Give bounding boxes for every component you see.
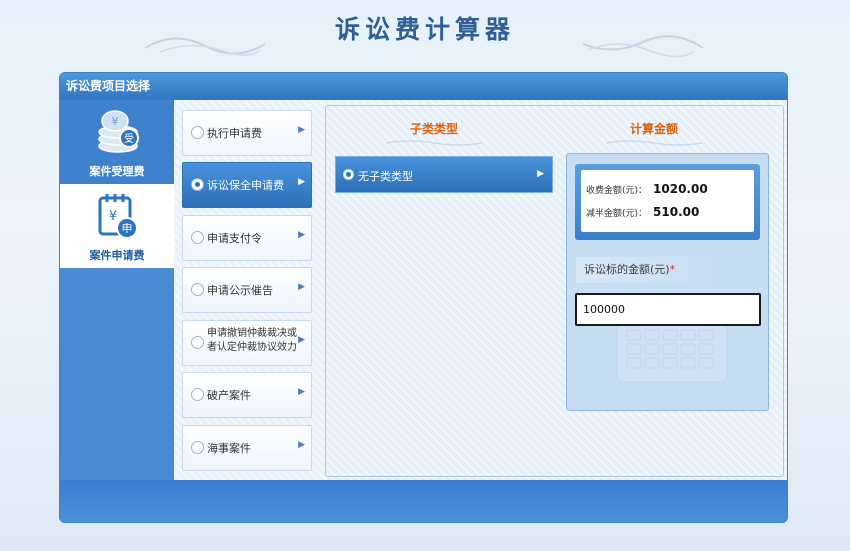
svg-text:¥: ¥ bbox=[112, 115, 119, 128]
radio-button[interactable] bbox=[191, 126, 204, 139]
radio-button[interactable] bbox=[343, 169, 354, 180]
required-mark: * bbox=[669, 263, 676, 276]
radio-button[interactable] bbox=[191, 441, 204, 454]
detail-panel: 子类类型 计算金额 无子类类型 ▶ 收费金额(元)： 1020.00 减半金额(… bbox=[325, 105, 784, 477]
coin-stack-shou-icon: ¥ 受 bbox=[98, 110, 139, 153]
fee-label: 申请撤销仲裁裁决或者认定仲裁协议效力 bbox=[207, 328, 297, 353]
result-box: 收费金额(元)： 1020.00 减半金额(元)： 510.00 bbox=[575, 164, 760, 240]
calendar-shen-icon: ¥ 申 bbox=[98, 194, 138, 239]
title-area: 诉讼费计算器 bbox=[0, 0, 850, 68]
fee-amount-value: 1020.00 bbox=[653, 182, 708, 196]
svg-text:¥: ¥ bbox=[109, 209, 117, 224]
radio-button[interactable] bbox=[191, 231, 204, 244]
fee-item-arbitration[interactable]: 申请撤销仲裁裁决或者认定仲裁协议效力 ▶ bbox=[182, 320, 312, 366]
fee-amount-row: 收费金额(元)： 1020.00 bbox=[586, 182, 708, 202]
nav-item-case-application-fee[interactable]: ¥ 申 案件申请费 bbox=[60, 184, 174, 268]
amount-input[interactable] bbox=[575, 293, 761, 326]
calculation-box: 收费金额(元)： 1020.00 减半金额(元)： 510.00 诉讼标的金额(元)… bbox=[566, 153, 769, 411]
chevron-right-icon: ▶ bbox=[298, 335, 305, 345]
amount-label: 诉讼标的金额(元)* bbox=[576, 257, 716, 283]
right-ornament-icon bbox=[582, 35, 704, 58]
header-ornament-icon bbox=[386, 140, 482, 146]
radio-button[interactable] bbox=[191, 336, 204, 349]
chevron-right-icon: ▶ bbox=[298, 387, 305, 397]
half-amount-label: 减半金额(元)： bbox=[586, 209, 648, 219]
fee-item-bankruptcy[interactable]: 破产案件 ▶ bbox=[182, 372, 312, 418]
nav-item-case-acceptance-fee[interactable]: ¥ 受 案件受理费 bbox=[60, 100, 174, 184]
chevron-right-icon: ▶ bbox=[298, 125, 305, 135]
radio-button[interactable] bbox=[191, 178, 204, 191]
panel-footer bbox=[60, 480, 787, 522]
header-ornament-icon bbox=[606, 140, 702, 146]
fee-label: 申请支付令 bbox=[207, 232, 262, 245]
radio-button[interactable] bbox=[191, 388, 204, 401]
fee-label: 海事案件 bbox=[207, 442, 251, 455]
calc-column-header: 计算金额 bbox=[629, 122, 678, 136]
fee-item-maritime[interactable]: 海事案件 ▶ bbox=[182, 425, 312, 471]
fee-item-payment-order[interactable]: 申请支付令 ▶ bbox=[182, 215, 312, 261]
half-amount-value: 510.00 bbox=[653, 205, 700, 219]
radio-button[interactable] bbox=[191, 283, 204, 296]
chevron-right-icon: ▶ bbox=[537, 169, 544, 179]
fee-label: 执行申请费 bbox=[207, 127, 262, 140]
result-inner: 收费金额(元)： 1020.00 减半金额(元)： 510.00 bbox=[581, 170, 754, 232]
chevron-right-icon: ▶ bbox=[298, 230, 305, 240]
chevron-right-icon: ▶ bbox=[298, 440, 305, 450]
half-amount-row: 减半金额(元)： 510.00 bbox=[586, 205, 699, 225]
fee-label: 诉讼保全申请费 bbox=[207, 179, 284, 192]
fee-item-execution[interactable]: 执行申请费 ▶ bbox=[182, 110, 312, 156]
panel-header: 诉讼费项目选择 bbox=[60, 73, 787, 100]
fee-label: 破产案件 bbox=[207, 389, 251, 402]
nav-label: 案件受理费 bbox=[89, 165, 145, 178]
subtype-column-header: 子类类型 bbox=[409, 122, 458, 136]
subtype-label: 无子类类型 bbox=[358, 170, 413, 183]
svg-text:受: 受 bbox=[124, 133, 134, 145]
app-title: 诉讼费计算器 bbox=[334, 15, 515, 44]
calculator-panel: 诉讼费项目选择 ¥ 受 案件受理费 ¥ 申 案件申请费 执行申请费 ▶ 诉讼保全… bbox=[59, 72, 788, 523]
content-area: 执行申请费 ▶ 诉讼保全申请费 ▶ 申请支付令 ▶ 申请公示催告 ▶ 申请撤销仲… bbox=[174, 100, 787, 482]
subtype-item-none[interactable]: 无子类类型 ▶ bbox=[335, 156, 553, 193]
left-nav: ¥ 受 案件受理费 ¥ 申 案件申请费 bbox=[60, 100, 174, 482]
amount-label-text: 诉讼标的金额(元) bbox=[584, 263, 670, 276]
nav-label: 案件申请费 bbox=[89, 249, 145, 262]
svg-text:申: 申 bbox=[122, 222, 133, 235]
fee-item-public-notice[interactable]: 申请公示催告 ▶ bbox=[182, 267, 312, 313]
chevron-right-icon: ▶ bbox=[298, 282, 305, 292]
fee-label: 申请公示催告 bbox=[207, 284, 273, 297]
fee-amount-label: 收费金额(元)： bbox=[586, 186, 648, 196]
fee-item-preservation[interactable]: 诉讼保全申请费 ▶ bbox=[182, 162, 312, 208]
chevron-right-icon: ▶ bbox=[298, 177, 305, 187]
